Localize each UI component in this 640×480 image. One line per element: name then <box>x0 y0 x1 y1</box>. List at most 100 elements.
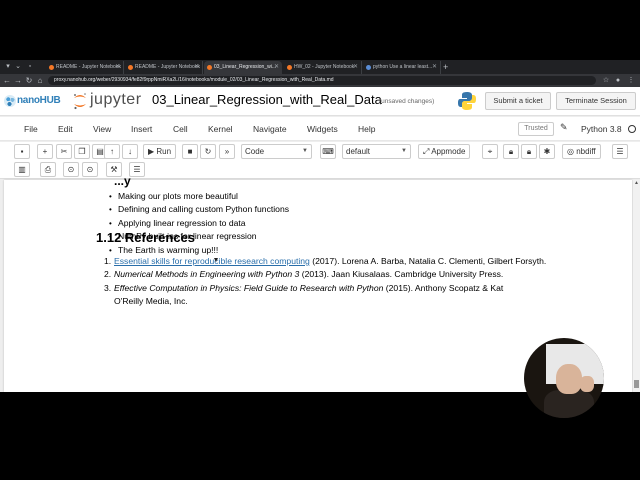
chevron-down-icon: ▼ <box>302 148 308 154</box>
list-item: Applying linear regression to data <box>109 217 289 230</box>
circle-down-icon[interactable]: ⊙ <box>82 162 98 177</box>
menu-kernel[interactable]: Kernel <box>208 124 233 134</box>
menu-file[interactable]: File <box>24 124 38 134</box>
lock-all-icon[interactable]: 🔒︎ <box>521 144 537 159</box>
references-list: 1. Essential skills for reproducible rese… <box>104 255 546 309</box>
chevron-down-icon: ▼ <box>401 148 407 154</box>
close-icon[interactable]: ✕ <box>353 61 358 74</box>
menu-cell[interactable]: Cell <box>173 124 188 134</box>
appmode-button[interactable]: ⤢ Appmode <box>418 144 471 159</box>
restart-run-all-icon[interactable]: » <box>219 144 235 159</box>
copy-icon[interactable]: ❐ <box>74 144 90 159</box>
menu-navigate[interactable]: Navigate <box>253 124 287 134</box>
tab-python-least-squares[interactable]: python Use a linear least... ✕ <box>363 61 441 74</box>
lock-icon[interactable]: 🔒︎ <box>503 144 519 159</box>
crosshair-icon[interactable]: ⌖ <box>482 144 498 159</box>
bar-chart-icon[interactable]: ▥ <box>14 162 30 177</box>
interrupt-icon[interactable]: ■ <box>182 144 198 159</box>
reference-number: 3. <box>104 282 112 293</box>
references-heading: 1.12 References <box>96 230 196 245</box>
menu-icon[interactable]: ⋮ <box>627 75 635 86</box>
jupyter-favicon-icon <box>49 65 54 70</box>
reference-number: 1. <box>104 256 112 266</box>
nanohub-brand-text: nanoHUB <box>17 95 61 106</box>
tab-label: README - Jupyter Notebook <box>135 64 201 70</box>
print-icon[interactable]: ⎙ <box>40 162 56 177</box>
star-icon[interactable]: ☆ <box>602 75 610 86</box>
restart-icon[interactable]: ↻ <box>200 144 216 159</box>
save-icon[interactable]: ▪ <box>14 144 30 159</box>
tab-linear-regression[interactable]: 03_Linear_Regression_wi... ✕ <box>204 61 282 74</box>
list-icon[interactable]: ☰ <box>612 144 628 159</box>
table-of-contents-icon[interactable]: ☰ <box>129 162 145 177</box>
close-icon[interactable]: ✕ <box>274 61 279 74</box>
screen: ▾ ⌄ ▫ README - Jupyter Notebook ✕ README … <box>0 0 640 480</box>
chevron-down-icon[interactable]: ⌄ <box>14 62 22 72</box>
scrollbar-thumb[interactable] <box>634 380 639 388</box>
asterisk-icon[interactable]: ✱ <box>539 144 555 159</box>
list-item: Making our plots more beautiful <box>109 190 289 203</box>
reload-icon[interactable]: ↻ <box>24 75 34 86</box>
nbdiff-button[interactable]: ◎ nbdiff <box>562 144 601 159</box>
nbdiff-label: nbdiff <box>576 147 596 156</box>
cell-type-select[interactable]: Code ▼ <box>241 144 312 159</box>
jupyter-favicon-icon <box>207 65 212 70</box>
home-icon[interactable]: ⌂ <box>35 75 45 86</box>
reference-link[interactable]: Essential skills for reproducible resear… <box>114 256 310 266</box>
reference-number: 2. <box>104 269 112 280</box>
jupyter-header: nanoHUB jupyter 03_Linear_Regression_wit… <box>0 87 640 116</box>
webcam-person-hand <box>580 376 594 392</box>
reference-item: 3. Effective Computation in Physics: Fiel… <box>104 282 546 295</box>
reference-item: 1. Essential skills for reproducible rese… <box>104 255 546 268</box>
reference-text: (2017). Lorena A. Barba, Natalia C. Clem… <box>309 256 547 266</box>
reference-continuation: O'Reilly Media, Inc. <box>114 296 188 307</box>
cell-toolbar-select[interactable]: default ▼ <box>342 144 411 159</box>
vertical-scrollbar[interactable]: ▲ <box>633 180 640 392</box>
new-tab-button[interactable]: + <box>443 61 448 73</box>
forward-icon[interactable]: → <box>13 75 23 86</box>
appmode-label: Appmode <box>431 147 466 156</box>
tab-readme-2[interactable]: README - Jupyter Notebook ✕ <box>125 61 203 74</box>
terminate-session-button[interactable]: Terminate Session <box>556 92 636 110</box>
submit-ticket-button[interactable]: Submit a ticket <box>485 92 551 110</box>
close-icon[interactable]: ✕ <box>432 61 437 74</box>
summary-list: Making our plots more beautiful Defining… <box>109 190 289 257</box>
move-up-icon[interactable]: ↑ <box>104 144 120 159</box>
jupyter-logo-icon[interactable] <box>72 92 88 110</box>
scroll-up-icon[interactable]: ▲ <box>634 180 639 186</box>
tab-hw02[interactable]: HW_02 - Jupyter Notebook ✕ <box>284 61 362 74</box>
back-icon[interactable]: ← <box>2 75 12 86</box>
kernel-idle-icon <box>628 125 636 133</box>
apps-icon[interactable]: ▫ <box>26 62 34 72</box>
tab-label: HW_02 - Jupyter Notebook <box>294 64 355 70</box>
trusted-indicator[interactable]: Trusted <box>518 122 554 136</box>
cut-icon[interactable]: ✂ <box>56 144 72 159</box>
tab-readme-1[interactable]: README - Jupyter Notebook ✕ <box>46 61 124 74</box>
profile-icon[interactable]: ● <box>614 75 622 86</box>
reference-text: (2015). Anthony Scopatz & Kat <box>383 282 504 293</box>
close-icon[interactable]: ✕ <box>194 61 199 74</box>
search-favicon-icon <box>366 65 371 70</box>
notebook-title[interactable]: 03_Linear_Regression_with_Real_Data <box>152 92 382 107</box>
close-icon[interactable]: ✕ <box>115 61 120 74</box>
menu-widgets[interactable]: Widgets <box>307 124 338 134</box>
edit-pencil-icon[interactable]: ✎ <box>560 122 568 133</box>
tab-label: README - Jupyter Notebook <box>56 64 122 70</box>
insert-cell-below-icon[interactable]: + <box>37 144 53 159</box>
run-button[interactable]: ▶ Run <box>143 144 177 159</box>
move-down-icon[interactable]: ↓ <box>122 144 138 159</box>
url-field[interactable]: proxy.nanohub.org/weber/2930934/fe82f9rp… <box>48 76 596 85</box>
webcam-person-head <box>556 364 582 394</box>
cut-off-heading: ...y <box>114 174 131 188</box>
menu-edit[interactable]: Edit <box>58 124 73 134</box>
circle-up-icon[interactable]: ⊙ <box>63 162 79 177</box>
menu-view[interactable]: View <box>93 124 111 134</box>
main-toolbar: ▪ + ✂ ❐ ▤ ↑ ↓ ▶ Run ■ ↻ » Code ▼ ⌨ defaul… <box>0 142 640 161</box>
keyboard-icon[interactable]: ⌨ <box>320 144 336 159</box>
reference-title: Effective Computation in Physics: Field … <box>114 282 384 293</box>
jupyter-wordmark: jupyter <box>90 91 142 108</box>
tab-search-icon[interactable]: ▾ <box>4 62 12 72</box>
menu-help[interactable]: Help <box>358 124 375 134</box>
menu-insert[interactable]: Insert <box>131 124 152 134</box>
save-status: (unsaved changes) <box>379 98 435 105</box>
